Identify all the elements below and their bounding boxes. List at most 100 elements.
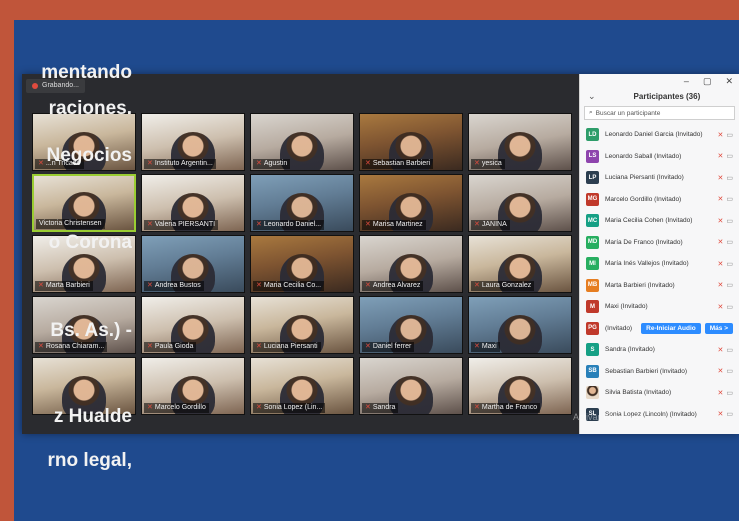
chevron-down-icon[interactable]: ⌄ [588, 91, 596, 102]
video-tile[interactable]: ✕ Andrea Bustos [141, 235, 245, 293]
video-tile[interactable]: ✕ Marcelo Gordillo [141, 357, 245, 415]
camera-icon: ▭ [726, 411, 733, 419]
participant-status-icons: ✕ ▭ [718, 195, 734, 203]
video-tile[interactable]: ✕ Daniel ferrer [359, 296, 463, 354]
tile-name: Maria Cecilia Co... [263, 282, 322, 289]
video-tile[interactable]: ✕ yesica [468, 113, 572, 171]
participant-row[interactable]: M Maxi (Invitado) ✕ ▭ [580, 296, 739, 318]
participant-row[interactable]: S Sandra (Invitado) ✕ ▭ [580, 339, 739, 361]
participants-panel: – ▢ ✕ ⌄ Participantes (36) ⌕ Buscar un p… [579, 74, 739, 434]
muted-mic-icon: ✕ [365, 282, 371, 289]
video-tile[interactable]: ✕ Instituto Argentin... [141, 113, 245, 171]
video-tile[interactable]: ✕ Leonardo Daniel... [250, 174, 354, 232]
participant-row[interactable]: MD María De Franco (Invitado) ✕ ▭ [580, 232, 739, 254]
top-orange-border [0, 0, 739, 20]
tile-name: Leonardo Daniel... [263, 221, 322, 228]
participant-row[interactable]: MC Maria Cecilia Cohen (Invitado) ✕ ▭ [580, 210, 739, 232]
tile-name: Agustin [263, 160, 288, 167]
bg-text-line-2: raciones. [48, 98, 132, 119]
muted-mic-icon: ✕ [365, 160, 371, 167]
participant-row[interactable]: LS Leonardo Saball (Invitado) ✕ ▭ [580, 146, 739, 168]
participant-avatar: MD [586, 235, 599, 249]
participant-avatar: MB [586, 278, 599, 292]
muted-mic-icon: ✕ [256, 404, 262, 411]
tile-name-tag: ✕ JANINA [471, 220, 510, 230]
muted-mic-icon: ✕ [256, 160, 262, 167]
bg-text-line-1: mentando [41, 62, 132, 83]
camera-icon: ▭ [726, 217, 733, 225]
participant-row[interactable]: LP Luciana Piersanti (Invitado) ✕ ▭ [580, 167, 739, 189]
participant-row[interactable]: PG (Invitado) Re-Iniciar Audio Más > [580, 318, 739, 340]
participant-search-input[interactable]: ⌕ Buscar un participante [584, 106, 735, 120]
participant-row[interactable]: MI María Inés Vallejos (Invitado) ✕ ▭ [580, 253, 739, 275]
muted-mic-icon: ✕ [717, 260, 724, 268]
participant-status-icons: ✕ ▭ [718, 238, 734, 246]
participant-row[interactable]: LD Leonardo Daniel Garcia (Invitado) ✕ ▭ [580, 124, 739, 146]
restart-audio-button[interactable]: Re-Iniciar Audio [641, 322, 701, 334]
tile-name-tag: ✕ Luciana Piersanti [253, 342, 321, 352]
video-tile[interactable]: ✕ Agustin [250, 113, 354, 171]
muted-mic-icon: ✕ [474, 160, 480, 167]
participant-name: Marta Barbieri (Invitado) [605, 281, 675, 289]
video-tile[interactable]: ✕ Andrea Alvarez [359, 235, 463, 293]
bg-text-line-5: Bs. As.) - [50, 320, 132, 341]
tile-name-tag: ✕ Valeria PIERSANTI [144, 220, 219, 230]
muted-mic-icon: ✕ [717, 217, 724, 225]
participant-status-icons: ✕ ▭ [718, 303, 734, 311]
participant-name: Silvia Batista (Invitado) [605, 389, 672, 397]
participant-avatar: MG [586, 192, 599, 206]
participant-row[interactable]: Silvia Batista (Invitado) ✕ ▭ [580, 382, 739, 404]
tile-name-tag: ✕ Rosana Chiaram... [35, 342, 108, 352]
participant-name: (Invitado) [605, 324, 633, 332]
muted-mic-icon: ✕ [717, 131, 724, 139]
more-button[interactable]: Más > [704, 322, 733, 334]
video-tile[interactable]: ✕ Maria Cecilia Co... [250, 235, 354, 293]
bg-text-line-6: z Hualde [53, 406, 132, 427]
camera-icon: ▭ [726, 131, 733, 139]
participant-row[interactable]: SB Sebastian Barbieri (Invitado) ✕ ▭ [580, 361, 739, 383]
close-icon[interactable]: ✕ [725, 76, 733, 87]
tile-name-tag: ✕ Daniel ferrer [362, 342, 415, 352]
participant-avatar: MI [586, 257, 599, 271]
muted-mic-icon: ✕ [474, 404, 480, 411]
video-tile[interactable]: ✕ Martha de Franco [468, 357, 572, 415]
video-tile[interactable]: ✕ Maxi [468, 296, 572, 354]
maximize-icon[interactable]: ▢ [703, 76, 712, 87]
muted-mic-icon: ✕ [147, 221, 153, 228]
participant-row[interactable]: MG Marcelo Gordillo (Invitado) ✕ ▭ [580, 189, 739, 211]
video-tile[interactable]: ✕ JANINA [468, 174, 572, 232]
video-tile[interactable]: ✕ Valeria PIERSANTI [141, 174, 245, 232]
participant-name: Maria Cecilia Cohen (Invitado) [605, 217, 693, 225]
tile-name-tag: ✕ Marcelo Gordillo [144, 403, 209, 413]
video-tile[interactable]: ✕ Sebastian Barbieri [359, 113, 463, 171]
camera-icon: ▭ [726, 282, 733, 290]
participant-name: Sebastian Barbieri (Invitado) [605, 367, 688, 375]
panel-header: ⌄ Participantes (36) [580, 88, 739, 104]
muted-mic-icon: ✕ [365, 343, 371, 350]
muted-mic-icon: ✕ [147, 343, 153, 350]
participant-name: Marcelo Gordillo (Invitado) [605, 195, 682, 203]
muted-mic-icon: ✕ [256, 343, 262, 350]
video-tile[interactable]: ✕ Sonia Lopez (Lin... [250, 357, 354, 415]
camera-icon: ▭ [726, 389, 733, 397]
muted-mic-icon: ✕ [256, 221, 262, 228]
video-tile-active-speaker[interactable]: Victoria Christensen [32, 174, 136, 232]
video-tile[interactable]: ✕ Sandra [359, 357, 463, 415]
muted-mic-icon: ✕ [717, 196, 724, 204]
muted-mic-icon: ✕ [147, 282, 153, 289]
video-tile[interactable]: ✕ Marisa Martinez [359, 174, 463, 232]
video-tile[interactable]: ✕ Paula Gioda [141, 296, 245, 354]
tile-name: Marcelo Gordillo [154, 404, 206, 411]
tile-name: Marisa Martinez [372, 221, 423, 228]
tile-name: Victoria Christensen [39, 220, 102, 227]
camera-icon: ▭ [726, 196, 733, 204]
minimize-icon[interactable]: – [684, 76, 689, 86]
participant-status-icons: ✕ ▭ [718, 346, 734, 354]
camera-icon: ▭ [726, 153, 733, 161]
video-tile[interactable]: ✕ Laura Gonzalez [468, 235, 572, 293]
participant-row[interactable]: MB Marta Barbieri (Invitado) ✕ ▭ [580, 275, 739, 297]
participant-status-icons: ✕ ▭ [718, 367, 734, 375]
participant-name: María Inés Vallejos (Invitado) [605, 260, 689, 268]
video-tile[interactable]: ✕ Luciana Piersanti [250, 296, 354, 354]
tile-name-tag: ✕ Instituto Argentin... [144, 159, 216, 169]
